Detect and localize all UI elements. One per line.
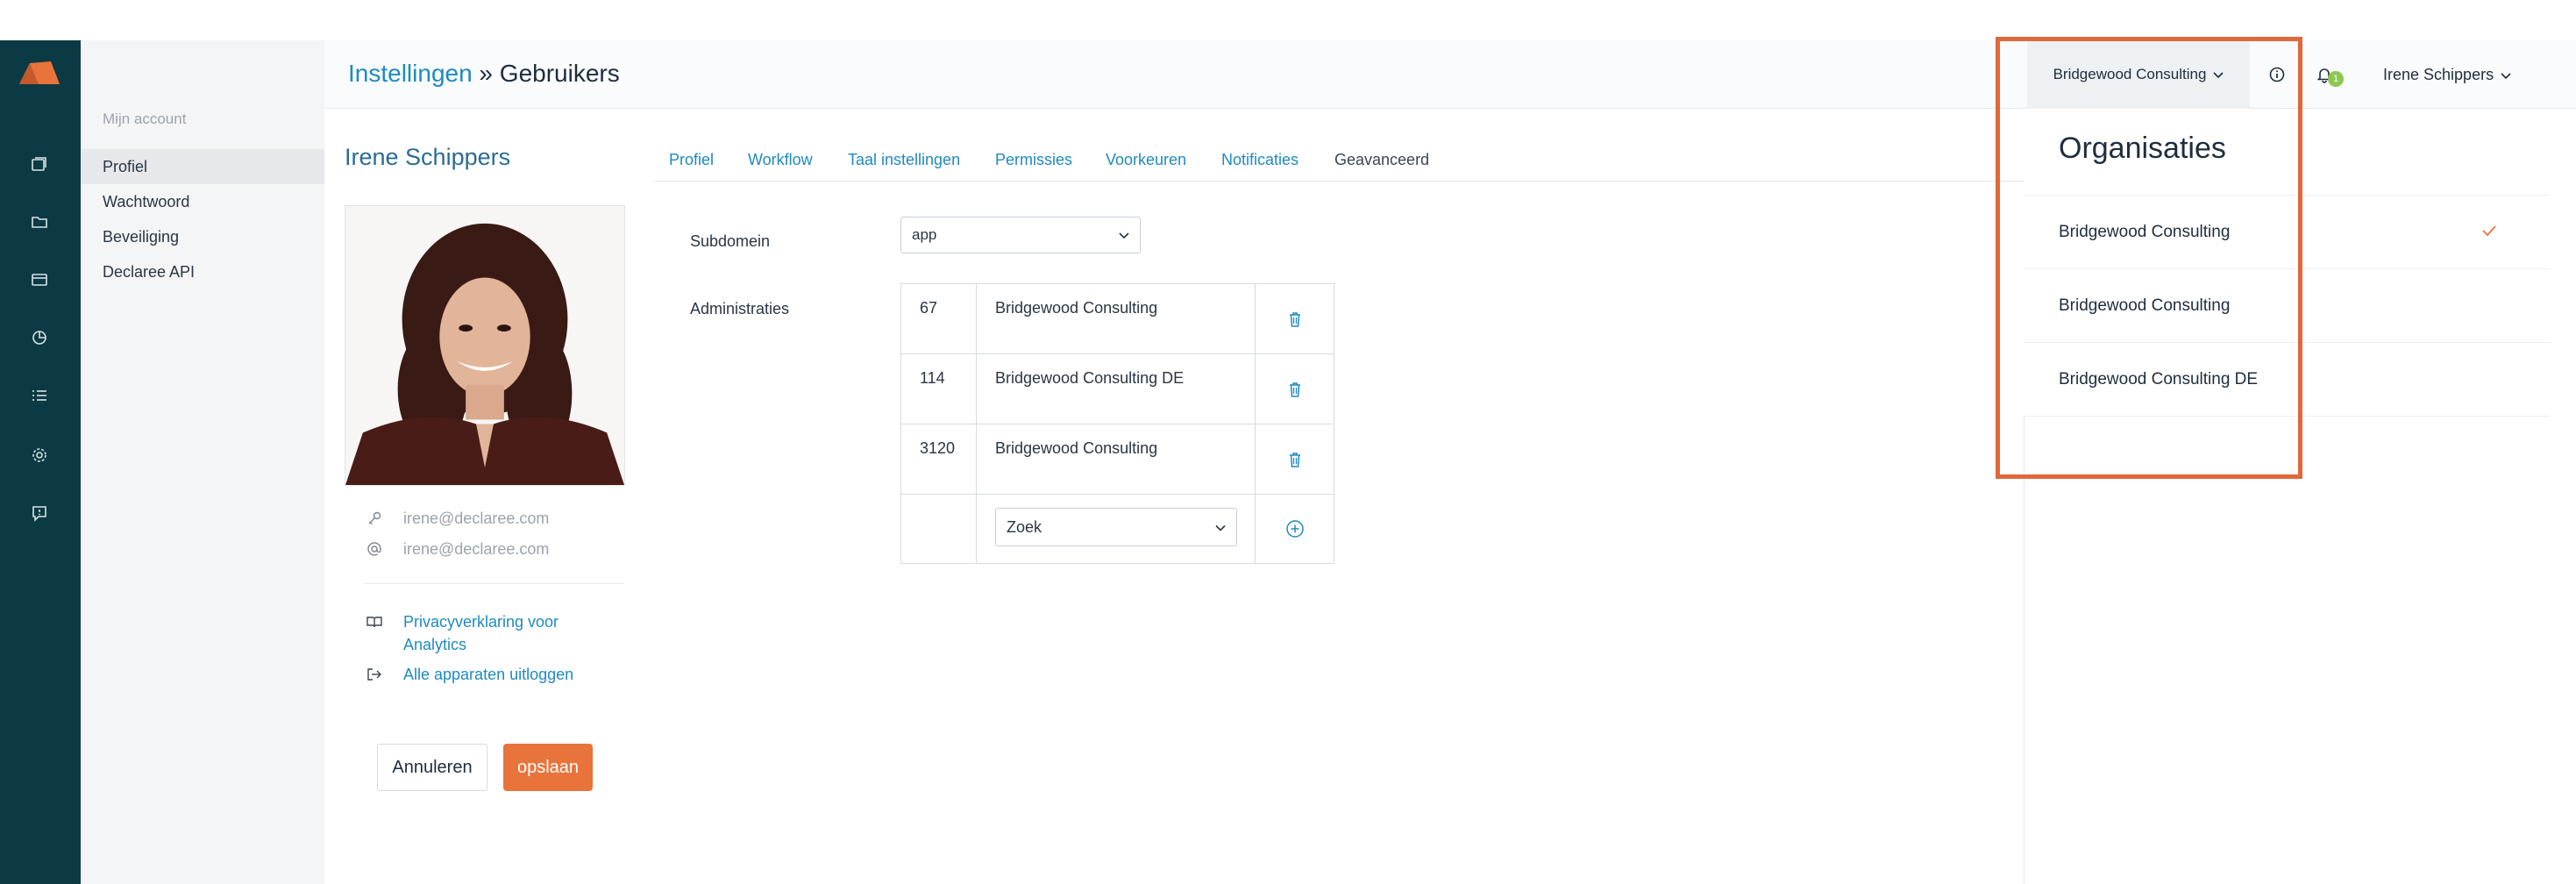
subdomain-select[interactable]: app (900, 217, 1141, 253)
administration-name: Bridgewood Consulting (977, 424, 1256, 494)
chart-icon[interactable] (26, 324, 53, 351)
profile-divider (365, 583, 624, 584)
administrations-label: Administraties (690, 300, 790, 317)
email-contact-row: irene@declaree.com (365, 539, 549, 559)
gear-icon[interactable] (26, 442, 53, 468)
tab-notificaties[interactable]: Notificaties (1221, 151, 1299, 169)
breadcrumb-parent-link[interactable]: Instellingen (348, 60, 473, 87)
privacy-link[interactable]: Privacyverklaring voor Analytics (365, 610, 559, 656)
table-row: 3120 Bridgewood Consulting (901, 424, 1334, 495)
table-row-add: Zoek (901, 495, 1334, 563)
table-row: 114 Bridgewood Consulting DE (901, 354, 1334, 424)
sidebar-item-wachtwoord[interactable]: Wachtwoord (81, 184, 324, 219)
folder-icon[interactable] (26, 209, 53, 235)
key-icon (365, 509, 384, 528)
cancel-button[interactable]: Annuleren (377, 744, 487, 791)
card-icon[interactable] (26, 267, 53, 293)
list-icon[interactable] (26, 382, 53, 409)
help-chat-icon[interactable] (26, 500, 53, 526)
book-icon (365, 610, 384, 633)
administration-id: 114 (901, 354, 977, 424)
administration-search-select[interactable]: Zoek (995, 508, 1237, 546)
trash-icon[interactable] (1256, 424, 1334, 494)
login-value: irene@declaree.com (403, 509, 550, 527)
chevron-down-icon (1215, 518, 1226, 537)
profile-name-heading: Irene Schippers (345, 144, 511, 170)
add-circle-icon[interactable] (1256, 495, 1334, 563)
table-row: 67 Bridgewood Consulting (901, 284, 1334, 354)
logo-icon[interactable] (16, 58, 63, 88)
subdomain-value: app (912, 226, 937, 243)
tab-geavanceerd[interactable]: Geavanceerd (1334, 151, 1429, 169)
administrations-table: 67 Bridgewood Consulting 114 Bridgewood … (900, 283, 1334, 564)
settings-sidebar: Mijn account Profiel Wachtwoord Beveilig… (81, 40, 324, 884)
user-menu-name: Irene Schippers (2383, 65, 2494, 83)
trash-icon[interactable] (1256, 284, 1334, 353)
app-rail (0, 40, 81, 884)
at-sign-icon (365, 539, 384, 559)
privacy-link-line1: Privacyverklaring voor (403, 613, 559, 631)
sidebar-section-title: Mijn account (103, 110, 187, 127)
administration-name: Bridgewood Consulting (977, 284, 1256, 353)
administration-id: 3120 (901, 424, 977, 494)
administration-id-empty (901, 495, 977, 563)
search-placeholder: Zoek (1007, 517, 1042, 536)
user-menu[interactable]: Irene Schippers (2383, 40, 2511, 109)
notifications-button[interactable]: 1 (2315, 62, 2345, 89)
logout-icon (365, 663, 384, 686)
sidebar-item-declaree-api[interactable]: Declaree API (81, 254, 324, 289)
privacy-link-label: Privacyverklaring voor Analytics (403, 610, 559, 656)
breadcrumb-separator: » (472, 60, 500, 87)
email-value: irene@declaree.com (403, 539, 550, 558)
logout-all-link[interactable]: Alle apparaten uitloggen (365, 663, 573, 686)
login-contact-row: irene@declaree.com (365, 509, 549, 528)
administration-name: Bridgewood Consulting DE (977, 354, 1256, 424)
administration-id: 67 (901, 284, 977, 353)
settings-tabs: Profiel Workflow Taal instellingen Permi… (653, 140, 2025, 182)
administration-search-cell: Zoek (977, 495, 1256, 563)
checkmark-icon (2481, 196, 2497, 269)
breadcrumb-current: Gebruikers (499, 60, 620, 87)
logout-all-label: Alle apparaten uitloggen (403, 666, 574, 683)
breadcrumb: Instellingen » Gebruikers (348, 60, 620, 88)
receipts-icon[interactable] (26, 151, 53, 177)
tab-permissies[interactable]: Permissies (995, 151, 1072, 169)
tab-workflow[interactable]: Workflow (748, 151, 813, 169)
tab-taal-instellingen[interactable]: Taal instellingen (848, 151, 960, 169)
tab-voorkeuren[interactable]: Voorkeuren (1106, 151, 1186, 169)
subdomain-label: Subdomein (690, 232, 771, 250)
tab-profiel[interactable]: Profiel (669, 151, 714, 169)
notification-count-badge: 1 (2328, 71, 2344, 87)
privacy-link-line2: Analytics (403, 636, 467, 653)
trash-icon[interactable] (1256, 354, 1334, 424)
highlight-box (1996, 37, 2302, 479)
sidebar-item-profiel[interactable]: Profiel (81, 149, 324, 184)
sidebar-item-beveiliging[interactable]: Beveiliging (81, 219, 324, 254)
save-button[interactable]: opslaan (503, 744, 593, 791)
chevron-down-icon (2501, 66, 2511, 84)
chevron-down-icon (1119, 226, 1129, 244)
profile-photo[interactable] (345, 205, 625, 486)
